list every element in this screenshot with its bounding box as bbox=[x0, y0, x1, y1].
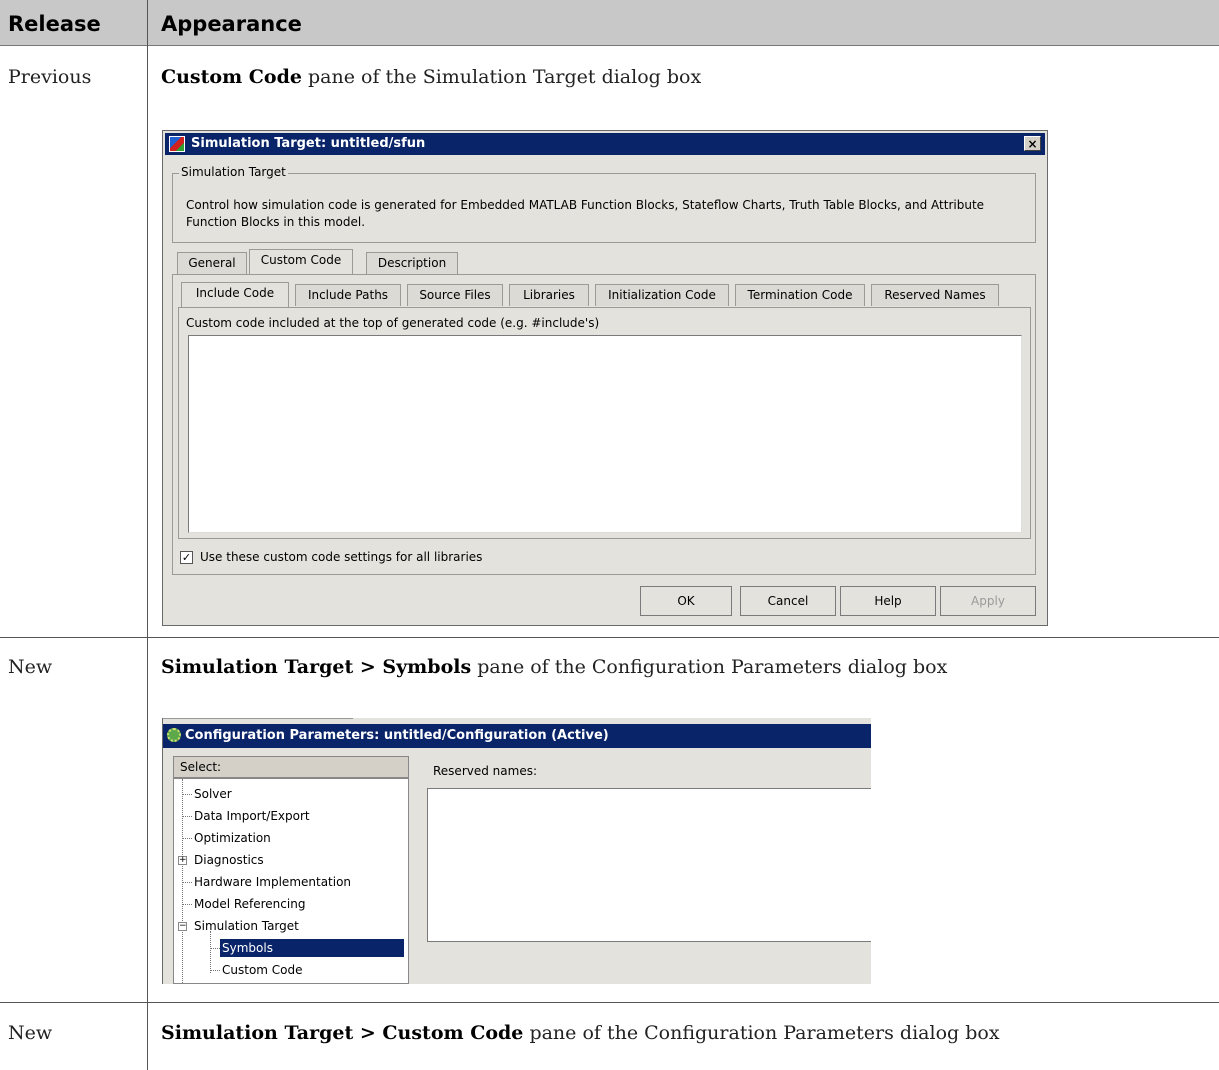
subtab-termination-code[interactable]: Termination Code bbox=[735, 284, 865, 306]
dialog-titlebar[interactable]: Configuration Parameters: untitled/Confi… bbox=[163, 724, 871, 748]
tree-line bbox=[183, 904, 192, 905]
appearance-text: pane of the Simulation Target dialog box bbox=[301, 66, 702, 88]
simulink-app-icon bbox=[169, 136, 185, 152]
tab-custom-code[interactable]: Custom Code bbox=[249, 249, 353, 274]
window-edge bbox=[163, 718, 353, 719]
group-title: Simulation Target bbox=[179, 165, 288, 179]
ok-button[interactable]: OK bbox=[640, 586, 732, 616]
appearance-bold: Simulation Target > Custom Code bbox=[161, 1022, 524, 1044]
apply-button[interactable]: Apply bbox=[940, 586, 1036, 616]
tree-item-hardware-implementation[interactable]: Hardware Implementation bbox=[194, 873, 351, 891]
dialog-title: Simulation Target: untitled/sfun bbox=[191, 136, 426, 151]
appearance-bold: Custom Code bbox=[161, 66, 302, 88]
tree-item-symbols[interactable]: Symbols bbox=[220, 939, 404, 957]
tree-line bbox=[211, 970, 220, 971]
tree-line bbox=[211, 948, 220, 949]
group-description: Control how simulation code is generated… bbox=[186, 198, 985, 229]
tree-line bbox=[183, 794, 192, 795]
header-appearance: Appearance bbox=[161, 12, 302, 36]
row-divider bbox=[0, 637, 1219, 638]
appearance-text: pane of the Configuration Parameters dia… bbox=[523, 1022, 1000, 1044]
appearance-cell: Custom Code pane of the Simulation Targe… bbox=[161, 62, 701, 92]
simulation-target-dialog: Simulation Target: untitled/sfun × Simul… bbox=[162, 130, 1048, 626]
dialog-title: Configuration Parameters: untitled/Confi… bbox=[185, 728, 609, 743]
appearance-cell: Simulation Target > Symbols pane of the … bbox=[161, 652, 947, 682]
tree-line bbox=[183, 838, 192, 839]
tree-item-data-import-export[interactable]: Data Import/Export bbox=[194, 807, 310, 825]
column-divider bbox=[147, 0, 148, 1070]
select-header: Select: bbox=[173, 756, 409, 778]
expand-minus-icon[interactable]: − bbox=[178, 922, 187, 931]
subtab-include-code[interactable]: Include Code bbox=[181, 282, 289, 307]
expand-plus-icon[interactable]: + bbox=[178, 856, 187, 865]
custom-code-label: Custom code included at the top of gener… bbox=[186, 316, 600, 330]
tab-general[interactable]: General bbox=[177, 252, 247, 274]
release-cell: Previous bbox=[8, 66, 92, 88]
subtab-initialization-code[interactable]: Initialization Code bbox=[595, 284, 729, 306]
release-cell: New bbox=[8, 1022, 53, 1044]
use-settings-checkbox[interactable]: ✓ bbox=[180, 551, 193, 564]
appearance-text: pane of the Configuration Parameters dia… bbox=[471, 656, 948, 678]
simulation-target-group: Simulation Target Control how simulation… bbox=[172, 165, 1036, 243]
tree-item-solver[interactable]: Solver bbox=[194, 785, 232, 803]
configuration-parameters-dialog: Configuration Parameters: untitled/Confi… bbox=[162, 718, 871, 984]
config-tree[interactable]: Solver Data Import/Export Optimization +… bbox=[173, 778, 409, 984]
tree-item-model-referencing[interactable]: Model Referencing bbox=[194, 895, 305, 913]
subtab-libraries[interactable]: Libraries bbox=[509, 284, 589, 306]
table-header: Release Appearance bbox=[0, 0, 1219, 46]
subtab-source-files[interactable]: Source Files bbox=[407, 284, 503, 306]
dialog-titlebar[interactable]: Simulation Target: untitled/sfun × bbox=[165, 133, 1045, 155]
tree-item-custom-code[interactable]: Custom Code bbox=[222, 961, 303, 979]
reserved-names-textarea[interactable] bbox=[427, 788, 871, 942]
subtab-reserved-names[interactable]: Reserved Names bbox=[871, 284, 999, 306]
release-cell: New bbox=[8, 656, 53, 678]
header-release: Release bbox=[8, 12, 101, 36]
appearance-cell: Simulation Target > Custom Code pane of … bbox=[161, 1018, 1201, 1048]
tree-line bbox=[210, 931, 211, 973]
custom-code-textarea[interactable] bbox=[188, 335, 1022, 533]
subtab-include-paths[interactable]: Include Paths bbox=[295, 284, 401, 306]
tree-item-diagnostics[interactable]: Diagnostics bbox=[194, 851, 264, 869]
row-divider bbox=[0, 1002, 1219, 1003]
use-settings-label: Use these custom code settings for all l… bbox=[200, 550, 483, 564]
reserved-names-label: Reserved names: bbox=[433, 764, 537, 778]
help-button[interactable]: Help bbox=[840, 586, 936, 616]
tree-line bbox=[183, 816, 192, 817]
config-params-icon bbox=[167, 728, 181, 742]
close-icon[interactable]: × bbox=[1024, 136, 1041, 151]
tree-item-optimization[interactable]: Optimization bbox=[194, 829, 271, 847]
tree-line bbox=[183, 882, 192, 883]
cancel-button[interactable]: Cancel bbox=[740, 586, 836, 616]
appearance-bold: Simulation Target > Symbols bbox=[161, 656, 472, 678]
tab-description[interactable]: Description bbox=[366, 252, 458, 274]
